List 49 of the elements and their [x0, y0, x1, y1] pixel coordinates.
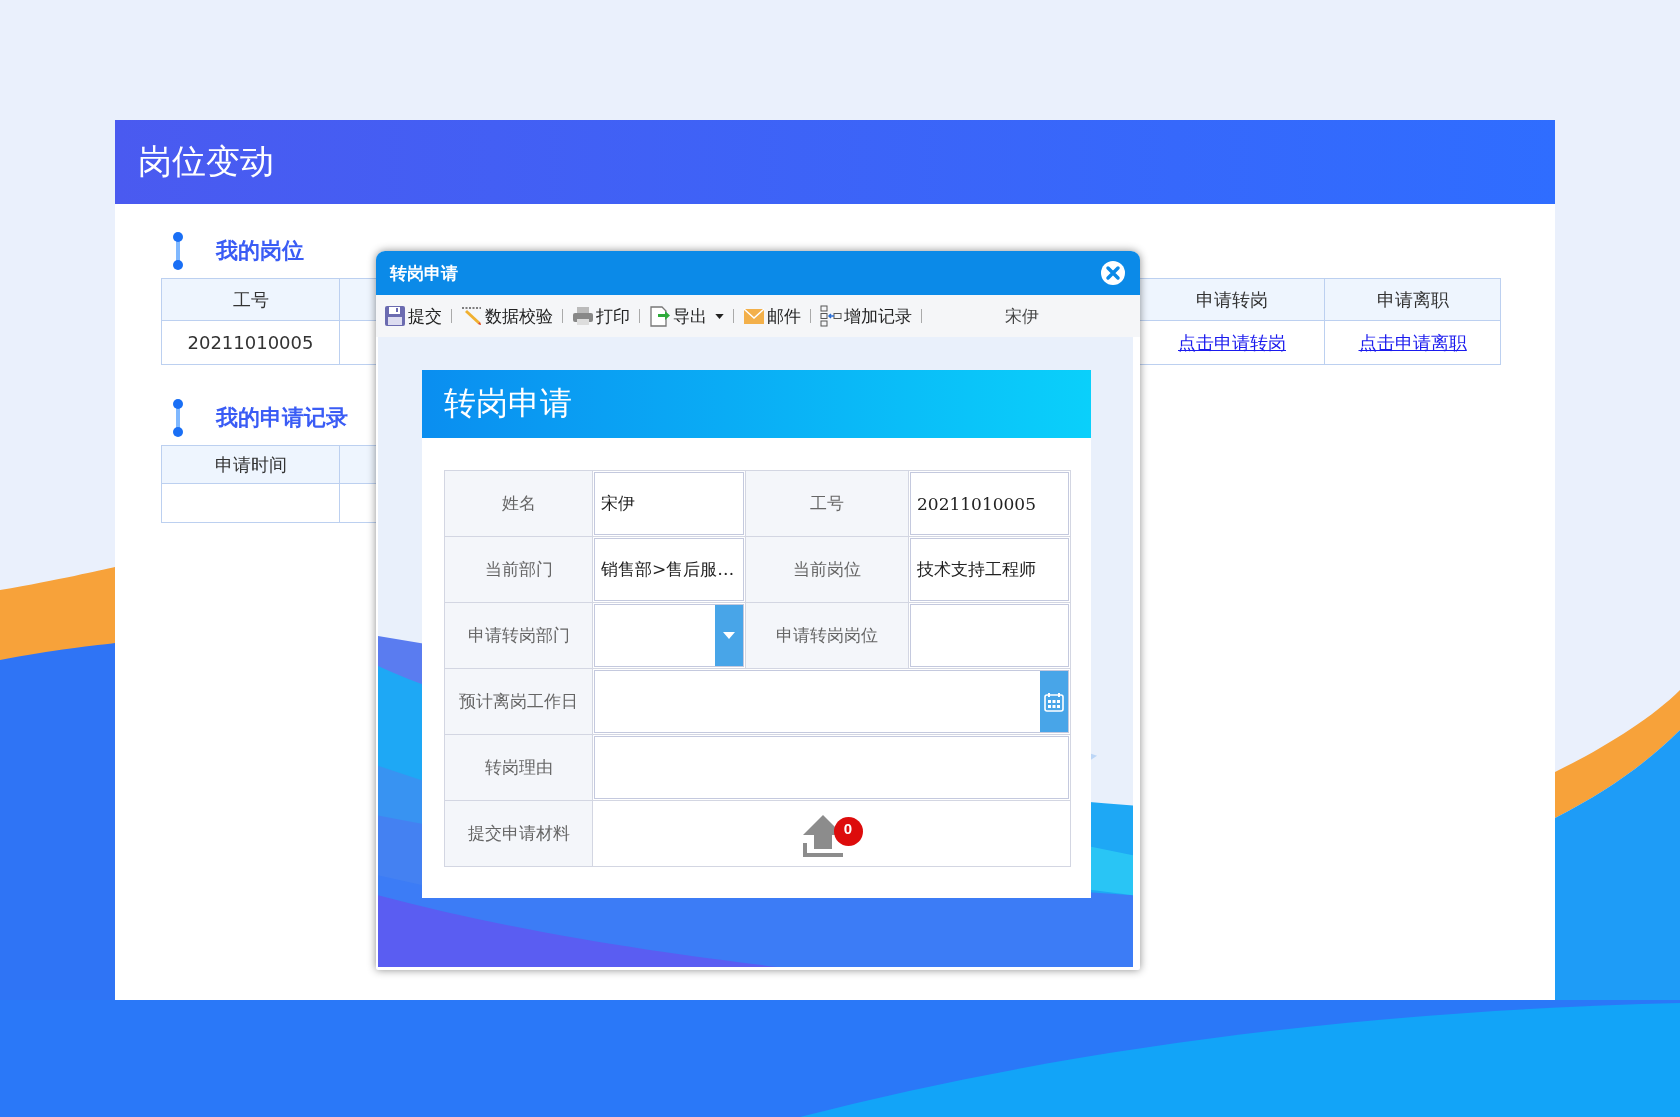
- toolbar-button[interactable]: 数据校验: [457, 304, 557, 328]
- section-marker-icon: [172, 398, 184, 438]
- text-area[interactable]: [594, 736, 1069, 799]
- toolbar-button[interactable]: 邮件: [739, 304, 805, 328]
- dialog-title: 转岗申请: [390, 261, 458, 285]
- field-label: 转岗理由: [445, 735, 593, 801]
- section-title: 我的申请记录: [216, 404, 348, 432]
- printer-icon: [572, 305, 594, 327]
- field-label: 姓名: [445, 471, 593, 537]
- form-title: 转岗申请: [444, 383, 572, 424]
- field-label: 申请转岗岗位: [746, 603, 909, 669]
- field-label: 工号: [746, 471, 909, 537]
- text-field[interactable]: 技术支持工程师: [910, 538, 1069, 601]
- count-badge: 0: [833, 816, 863, 846]
- toolbar-button[interactable]: 打印: [568, 304, 634, 328]
- text-field[interactable]: [910, 604, 1069, 667]
- column-header: 申请时间: [162, 446, 340, 484]
- section-marker-icon: [172, 231, 184, 271]
- field-label: 当前部门: [445, 537, 593, 603]
- column-header: 申请离职: [1325, 279, 1501, 321]
- table-cell: 20211010005: [162, 321, 340, 365]
- upload-icon: [800, 812, 845, 859]
- text-field[interactable]: 20211010005: [910, 472, 1069, 535]
- text-field[interactable]: 销售部>售后服…: [594, 538, 744, 601]
- caret-icon: [715, 313, 724, 319]
- apply-link[interactable]: 点击申请转岗: [1178, 330, 1286, 355]
- user-name: 宋伊: [1005, 304, 1039, 328]
- field-label: 预计离岗工作日: [445, 669, 593, 735]
- page-title: 岗位变动: [138, 140, 274, 183]
- pencil-icon: [461, 305, 483, 327]
- toolbar-button[interactable]: 增加记录: [816, 304, 916, 328]
- toolbar-button[interactable]: 提交: [380, 304, 446, 328]
- toolbar-button[interactable]: 导出: [645, 304, 728, 328]
- text-field[interactable]: 宋伊: [594, 472, 744, 535]
- field-label: 提交申请材料: [445, 801, 593, 867]
- upload-button[interactable]: 0: [800, 808, 863, 859]
- caret-icon: [723, 632, 735, 639]
- field-label: 当前岗位: [746, 537, 909, 603]
- field-label: 申请转岗部门: [445, 603, 593, 669]
- close-icon[interactable]: [1100, 260, 1126, 286]
- dropdown-field[interactable]: [594, 604, 744, 667]
- column-header: 申请转岗: [1140, 279, 1325, 321]
- apply-link[interactable]: 点击申请离职: [1358, 330, 1467, 355]
- date-field[interactable]: [594, 670, 1069, 733]
- export-document-icon: [649, 305, 671, 327]
- calendar-icon: [1044, 691, 1064, 712]
- section-title: 我的岗位: [216, 237, 304, 265]
- column-header: 工号: [162, 279, 340, 321]
- add-row-icon: [820, 305, 842, 327]
